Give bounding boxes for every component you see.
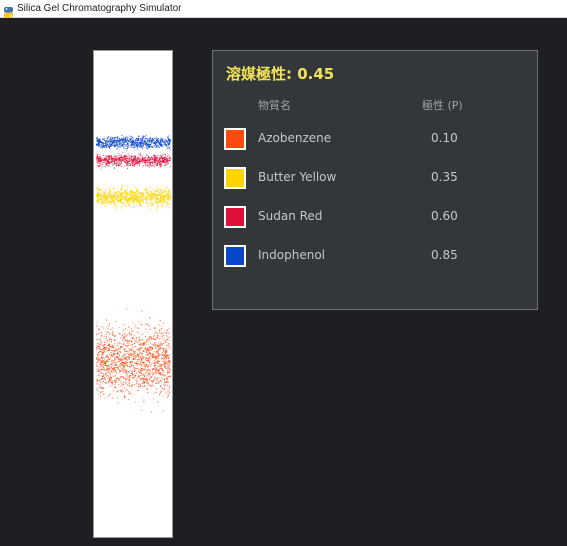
info-panel: 溶媒極性: 0.45 物質名 極性 (P) Azobenzene 0.10 Bu… xyxy=(212,50,538,310)
substance-name: Butter Yellow xyxy=(258,170,337,184)
band-indophenol xyxy=(96,134,171,152)
substance-name: Indophenol xyxy=(258,248,325,262)
band-azobenzene xyxy=(96,308,171,413)
window-titlebar: Silica Gel Chromatography Simulator xyxy=(0,0,567,18)
window-title: Silica Gel Chromatography Simulator xyxy=(17,3,182,14)
substance-row-azobenzene: Azobenzene 0.10 xyxy=(213,127,537,151)
chromatography-column xyxy=(93,50,173,538)
substance-name: Azobenzene xyxy=(258,131,332,145)
substance-row-indophenol: Indophenol 0.85 xyxy=(213,244,537,268)
substance-polarity: 0.10 xyxy=(431,131,458,145)
python-icon xyxy=(4,3,13,18)
color-swatch xyxy=(224,206,246,228)
color-swatch xyxy=(224,167,246,189)
substance-name: Sudan Red xyxy=(258,209,323,223)
band-sudan-red xyxy=(96,151,172,170)
band-butter-yellow xyxy=(96,185,172,211)
substance-row-butter-yellow: Butter Yellow 0.35 xyxy=(213,166,537,190)
header-polarity: 極性 (P) xyxy=(422,99,463,112)
substance-polarity: 0.60 xyxy=(431,209,458,223)
color-swatch xyxy=(224,128,246,150)
substance-polarity: 0.35 xyxy=(431,170,458,184)
header-substance-name: 物質名 xyxy=(258,99,291,112)
color-swatch xyxy=(224,245,246,267)
substance-row-sudan-red: Sudan Red 0.60 xyxy=(213,205,537,229)
solvent-polarity-label: 溶媒極性: 0.45 xyxy=(226,65,335,83)
substance-polarity: 0.85 xyxy=(431,248,458,262)
column-bands xyxy=(96,134,172,413)
